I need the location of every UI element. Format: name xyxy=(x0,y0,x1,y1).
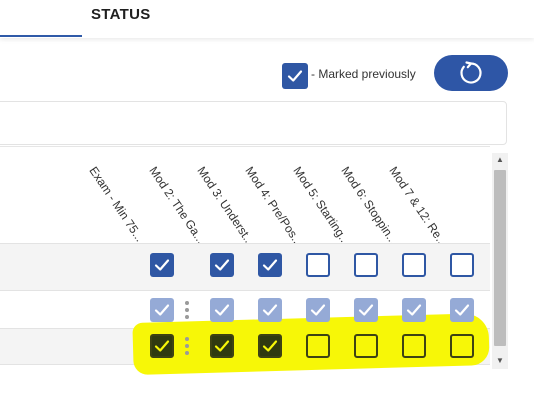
checkbox-checked[interactable] xyxy=(450,298,474,322)
screen: STATUS - Marked previously Exam - Min 75… xyxy=(0,0,534,412)
column-header: Exam - Min 75... xyxy=(86,164,147,245)
scroll-down-icon[interactable]: ▼ xyxy=(495,356,505,366)
checkmark-icon xyxy=(262,340,278,352)
scroll-up-icon[interactable]: ▲ xyxy=(495,155,505,165)
checkbox-checked[interactable] xyxy=(258,253,282,277)
checkbox-unchecked[interactable] xyxy=(402,253,426,277)
checkbox-checked[interactable] xyxy=(306,298,330,322)
checkmark-icon xyxy=(287,70,303,82)
checkmark-icon xyxy=(358,304,374,316)
checkbox-checked[interactable] xyxy=(210,298,234,322)
tab-bar: STATUS xyxy=(0,0,534,38)
tab-status[interactable]: STATUS xyxy=(91,6,151,23)
checkbox-checked[interactable] xyxy=(210,253,234,277)
row-menu-icon[interactable] xyxy=(184,301,190,319)
checkbox-unchecked[interactable] xyxy=(354,334,378,358)
checkmark-icon xyxy=(454,304,470,316)
checkmark-icon xyxy=(154,304,170,316)
checkbox-checked[interactable] xyxy=(258,334,282,358)
checkmark-icon xyxy=(214,340,230,352)
checkmark-icon xyxy=(214,259,230,271)
checkmark-icon xyxy=(154,340,170,352)
checkbox-checked[interactable] xyxy=(402,298,426,322)
scrollbar-thumb[interactable] xyxy=(494,170,506,346)
legend-label: - Marked previously xyxy=(311,67,416,81)
checkmark-icon xyxy=(214,304,230,316)
refresh-button[interactable] xyxy=(434,55,508,91)
checkbox-unchecked[interactable] xyxy=(402,334,426,358)
filter-bar[interactable] xyxy=(0,101,507,145)
checkbox-checked[interactable] xyxy=(354,298,378,322)
checkbox-unchecked[interactable] xyxy=(450,334,474,358)
checkmark-icon xyxy=(262,304,278,316)
checkbox-checked[interactable] xyxy=(150,298,174,322)
checkbox-checked[interactable] xyxy=(210,334,234,358)
legend-checkbox-icon xyxy=(282,63,308,89)
checkbox-checked[interactable] xyxy=(150,334,174,358)
refresh-icon xyxy=(460,61,482,84)
checkbox-unchecked[interactable] xyxy=(306,334,330,358)
grid-divider xyxy=(0,146,490,147)
checkmark-icon xyxy=(310,304,326,316)
checkbox-unchecked[interactable] xyxy=(450,253,474,277)
checkbox-unchecked[interactable] xyxy=(306,253,330,277)
checkmark-icon xyxy=(262,259,278,271)
active-tab-indicator xyxy=(0,35,82,37)
checkbox-checked[interactable] xyxy=(150,253,174,277)
checkbox-unchecked[interactable] xyxy=(354,253,378,277)
row-menu-icon[interactable] xyxy=(184,337,190,355)
checkmark-icon xyxy=(154,259,170,271)
checkmark-icon xyxy=(406,304,422,316)
checkbox-checked[interactable] xyxy=(258,298,282,322)
